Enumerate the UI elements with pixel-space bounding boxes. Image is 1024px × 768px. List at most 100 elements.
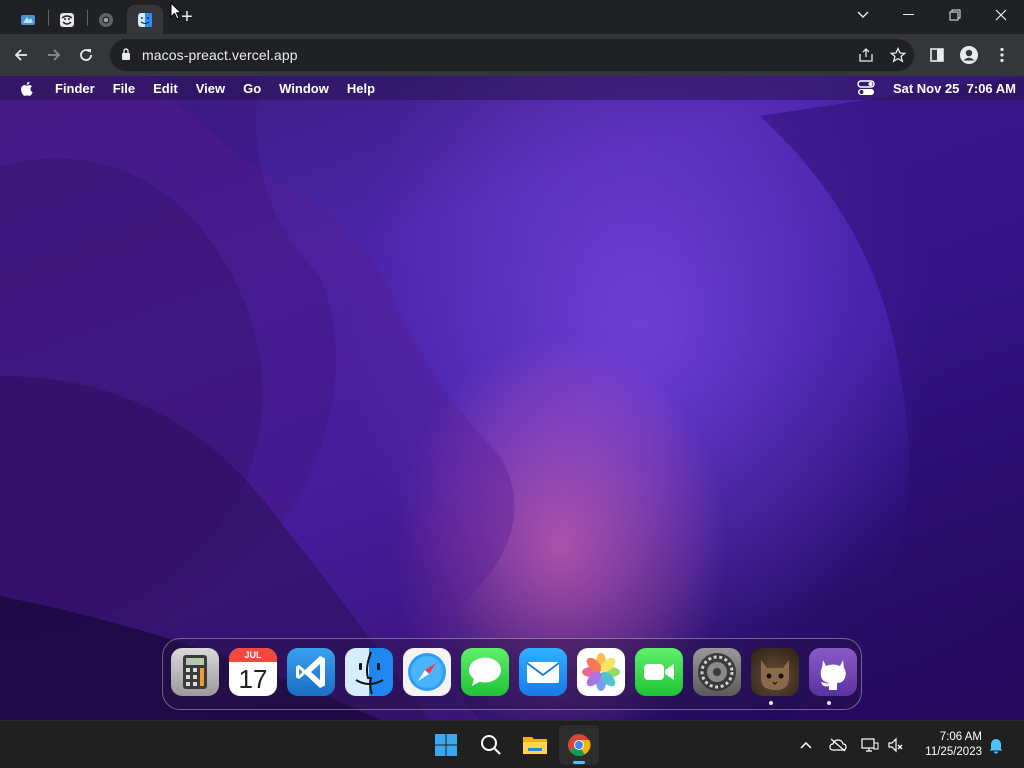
file-explorer-button[interactable] [515, 725, 555, 765]
star-icon [890, 47, 906, 63]
cat-icon [761, 660, 789, 690]
tab-windows-app[interactable] [10, 5, 46, 34]
running-indicator [827, 701, 831, 705]
start-button[interactable] [426, 725, 466, 765]
windows-logo-icon [435, 734, 457, 756]
dock-calendar[interactable]: JUL 17 [229, 648, 277, 696]
tab-chromium[interactable] [88, 5, 124, 34]
arrow-left-icon [14, 49, 27, 61]
menu-help[interactable]: Help [347, 81, 375, 96]
profile-icon [960, 46, 978, 64]
windows-taskbar: 7:06 AM 11/25/2023 [0, 720, 1024, 768]
dock-github[interactable] [809, 648, 857, 696]
dock-finder[interactable] [345, 648, 393, 696]
mouse-cursor-icon [170, 2, 182, 20]
address-bar[interactable]: macos-preact.vercel.app [110, 39, 914, 71]
side-panel-icon [930, 48, 944, 62]
restore-icon [949, 9, 961, 21]
arrow-right-icon [48, 49, 61, 61]
search-button[interactable] [471, 725, 511, 765]
dock-system-preferences[interactable] [693, 648, 741, 696]
chrome-taskbar-button[interactable] [559, 725, 599, 765]
tab-strip: + [0, 0, 1024, 34]
cloud-offline-icon [829, 738, 847, 752]
chevron-down-icon [857, 11, 869, 18]
restore-button[interactable] [932, 0, 978, 30]
apple-logo-icon[interactable] [20, 81, 33, 96]
folder-icon [523, 737, 547, 754]
minimize-icon [903, 14, 914, 15]
menu-bar-status: Sat Nov 25 7:06 AM [857, 76, 1016, 100]
back-button[interactable] [5, 39, 37, 71]
tab-macos-preact[interactable] [127, 5, 163, 34]
reload-button[interactable] [70, 39, 102, 71]
show-hidden-icons-button[interactable] [796, 735, 816, 755]
reload-icon [80, 49, 92, 61]
dock-vscode[interactable] [287, 648, 335, 696]
mail-icon [526, 662, 560, 683]
menu-window[interactable]: Window [279, 81, 329, 96]
lock-icon [122, 48, 130, 60]
minimize-button[interactable] [886, 0, 932, 30]
dock-cat-app[interactable] [751, 648, 799, 696]
chromium-icon [99, 12, 113, 27]
active-app-indicator [573, 761, 585, 764]
tab-search-button[interactable] [840, 0, 886, 30]
menu-finder[interactable]: Finder [55, 81, 95, 96]
profile-button[interactable] [953, 39, 985, 71]
share-button[interactable] [854, 44, 878, 66]
taskbar-clock[interactable]: 7:06 AM 11/25/2023 [912, 730, 982, 760]
gear-icon [698, 653, 736, 691]
speaker-muted-icon [888, 737, 903, 753]
menu-edit[interactable]: Edit [153, 81, 178, 96]
browser-toolbar: macos-preact.vercel.app [0, 34, 1024, 76]
tab-trollface[interactable] [49, 5, 85, 34]
photos-icon [582, 653, 620, 691]
facetime-icon [644, 664, 674, 680]
url-text: macos-preact.vercel.app [142, 47, 298, 63]
volume-button[interactable] [886, 735, 906, 755]
calendar-month: JUL [229, 648, 277, 662]
control-center-icon[interactable] [857, 80, 875, 96]
search-icon [481, 735, 501, 755]
network-icon [861, 738, 879, 752]
chrome-menu-button[interactable] [986, 39, 1018, 71]
menu-file[interactable]: File [113, 81, 135, 96]
safari-icon [408, 653, 446, 691]
dock-facetime[interactable] [635, 648, 683, 696]
vscode-icon [296, 656, 325, 688]
clock-date: 11/25/2023 [925, 746, 982, 758]
notifications-button[interactable] [986, 735, 1006, 755]
menu-go[interactable]: Go [243, 81, 261, 96]
github-octocat-icon [820, 660, 846, 690]
side-panel-button[interactable] [921, 39, 953, 71]
calculator-icon [183, 655, 207, 689]
trollface-icon [60, 12, 74, 27]
macos-menu-bar: Finder File Edit View Go Window Help Sat… [0, 76, 1024, 100]
onedrive-button[interactable] [828, 735, 848, 755]
close-window-button[interactable] [978, 0, 1024, 30]
screen: + macos-preact.vercel.app Finder File Ed… [0, 0, 1024, 768]
dock-safari[interactable] [403, 648, 451, 696]
network-button[interactable] [860, 735, 880, 755]
calendar-day: 17 [238, 664, 268, 694]
dock-messages[interactable] [461, 648, 509, 696]
dock-calculator[interactable] [171, 648, 219, 696]
close-icon [995, 9, 1007, 21]
bookmark-button[interactable] [886, 44, 910, 66]
windows-app-icon [21, 14, 35, 25]
running-indicator [769, 701, 773, 705]
finder-icon [138, 12, 152, 27]
dock-mail[interactable] [519, 648, 567, 696]
finder-face-icon [355, 651, 384, 695]
forward-button[interactable] [38, 39, 70, 71]
wallpaper [0, 76, 1024, 720]
menu-bar-datetime[interactable]: Sat Nov 25 7:06 AM [893, 81, 1016, 96]
macos-dock: JUL 17 [162, 638, 862, 710]
dock-photos[interactable] [577, 648, 625, 696]
chevron-up-icon [800, 741, 812, 749]
clock-time: 7:06 AM [939, 731, 982, 743]
menu-view[interactable]: View [196, 81, 225, 96]
messages-icon [469, 657, 501, 686]
bell-icon [989, 739, 1003, 754]
